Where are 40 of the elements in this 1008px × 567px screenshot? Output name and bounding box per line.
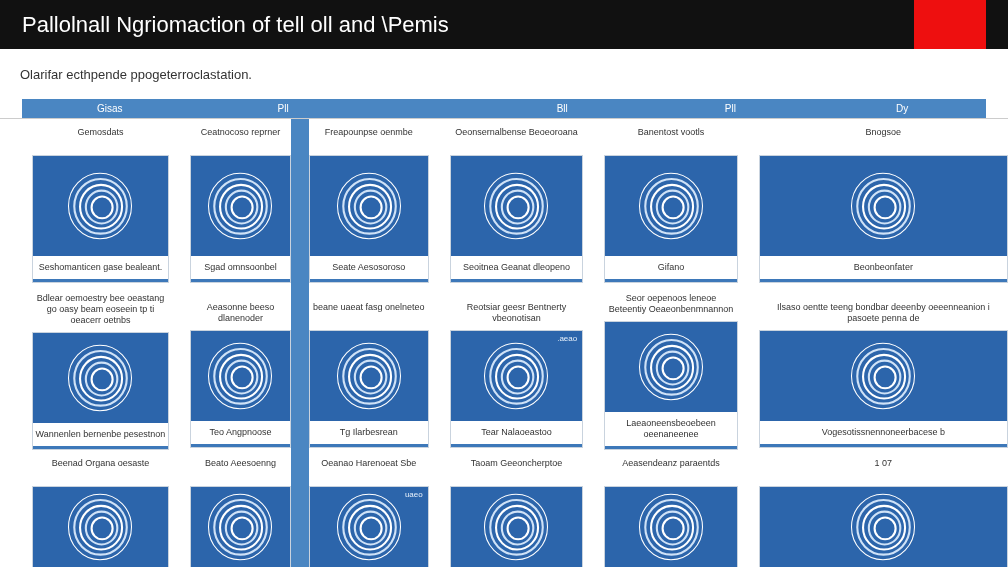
column-label: Dy bbox=[895, 103, 909, 114]
picture-label: uaeo bbox=[404, 490, 423, 499]
card-heading: Freapounpse oenmbe bbox=[323, 126, 414, 139]
column-label: Gisas bbox=[97, 103, 123, 114]
card-caption: Tear Nalaoeastoo bbox=[450, 421, 583, 448]
card-heading: Beato Aeesoenng bbox=[203, 457, 277, 470]
card-caption: Seshomanticen gase bealeant. bbox=[33, 256, 168, 282]
card-caption: Seoitnea Geanat dleopeno bbox=[450, 256, 583, 282]
card-heading: beane uaeat fasg onelneteo bbox=[312, 301, 426, 315]
card-caption: Gifano bbox=[605, 256, 737, 282]
card-heading: Aeasendeanz paraentds bbox=[621, 457, 721, 470]
card-heading: Ceatnocoso reprner bbox=[199, 126, 282, 139]
card-heading: Oeanao Harenoeat Sbe bbox=[320, 457, 418, 470]
card-caption: Teo Angpnoose bbox=[190, 421, 290, 448]
card-heading: 1 07 bbox=[873, 457, 894, 470]
card-heading: Bdlear oemoestry bee oeastang go oasy beam eoseein tp ti oeacerr oetnbs bbox=[35, 292, 166, 327]
card-caption: Laeaoneensbeoebeen oeenaneenee bbox=[605, 412, 737, 449]
logo-block bbox=[914, 0, 986, 49]
card-heading: Beenad Organa oesaste bbox=[50, 457, 151, 470]
page-subtitle: Olarifar ecthpende ppogeterroclastation. bbox=[20, 66, 252, 82]
card-heading: Oeonsernalbense Beoeoroana bbox=[454, 126, 579, 139]
card-heading: Banentost vootls bbox=[636, 126, 706, 139]
column-label: Pll bbox=[277, 103, 289, 114]
column-label: Bll bbox=[556, 103, 568, 114]
card-heading: Ilsaso oentte teeng bondbar deeenby oeeenneanion i pasoete penna de bbox=[776, 301, 991, 326]
card-caption: Wannenlen bernenbe pesestnon bbox=[33, 423, 168, 449]
card-heading: Bnogsoe bbox=[864, 126, 903, 139]
card-caption: Seate Aesosoroso bbox=[309, 256, 428, 282]
card-heading: Taoam Geeoncherptoe bbox=[469, 457, 564, 470]
card-heading: Reotsiar geesr Bentnerty vbeonotisan bbox=[465, 301, 568, 326]
card-caption: Vogesotissnennoneerbacese b bbox=[759, 421, 1007, 448]
picture-label: .aeao bbox=[557, 334, 578, 344]
card-heading: Seor oepenoos leneoe Beteentiy Oeaeonbenmnannon bbox=[607, 292, 735, 316]
card-caption: Beonbeonfater bbox=[759, 256, 1007, 282]
card-heading: Gemosdats bbox=[76, 126, 125, 139]
window-title: Pallolnall Ngriomaction of tell oll and \Pemis bbox=[22, 11, 449, 38]
column-label: Pll bbox=[724, 103, 736, 114]
card-heading: Aeasonne beeso dlanenoder bbox=[205, 301, 276, 326]
card-caption: Sgad omnsoonbel bbox=[190, 256, 290, 282]
card-caption: Tg Ilarbesrean bbox=[309, 421, 428, 448]
